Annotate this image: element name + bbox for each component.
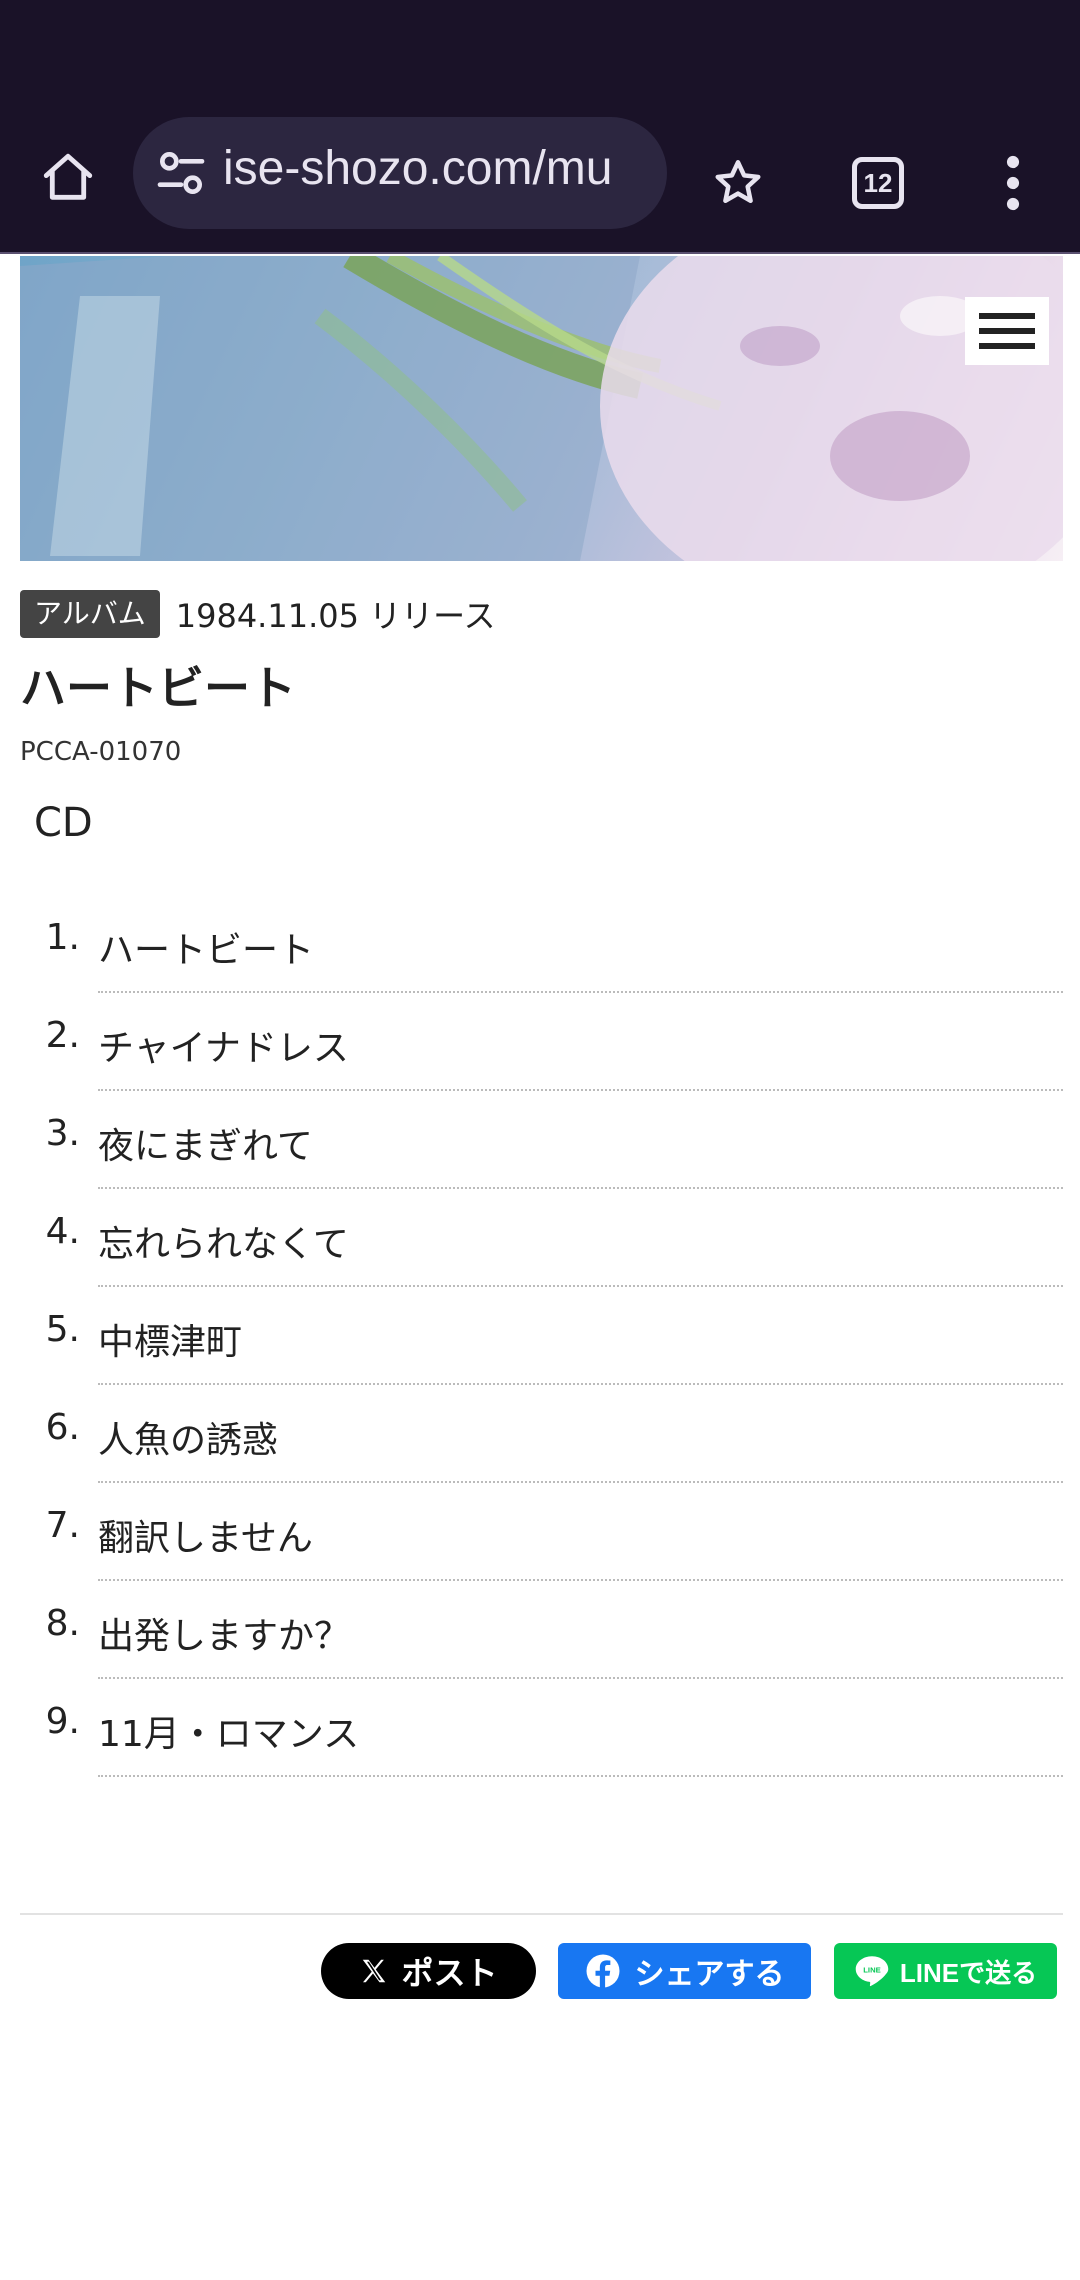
status-bar xyxy=(0,0,1080,110)
facebook-logo-icon xyxy=(586,1954,619,1989)
track-number: 5. xyxy=(45,1309,80,1350)
track-item: 4. 忘れられなくて xyxy=(0,1189,1080,1287)
x-post-button[interactable]: ポスト xyxy=(321,1943,536,1999)
media-type: CD xyxy=(34,800,93,846)
release-info: アルバム 1984.11.05 リリース xyxy=(20,590,496,638)
track-list: 1. ハートビート 2. チャイナドレス 3. 夜にまぎれて 4. 忘れられなくて 5.… xyxy=(0,895,1080,1777)
tab-switcher-button[interactable]: 12 xyxy=(840,145,916,221)
track-item: 8. 出発しますか？ xyxy=(0,1581,1080,1679)
track-item: 5. 中標津町 xyxy=(0,1287,1080,1385)
home-icon xyxy=(43,153,93,200)
release-date: 1984.11.05 リリース xyxy=(175,597,496,635)
url-text[interactable]: ise-shozo.com/mu xyxy=(223,141,612,196)
track-number: 3. xyxy=(45,1113,80,1154)
track-item: 3. 夜にまぎれて xyxy=(0,1091,1080,1189)
track-number: 7. xyxy=(45,1505,80,1546)
artwork-image xyxy=(20,256,1063,561)
browser-menu-button[interactable] xyxy=(975,145,1051,221)
track-title: 人魚の誘惑 xyxy=(98,1420,279,1461)
category-badge: アルバム xyxy=(20,590,160,638)
track-title: 翻訳しません xyxy=(98,1518,313,1559)
x-post-label: ポスト xyxy=(401,1955,498,1991)
track-title: 忘れられなくて xyxy=(98,1224,349,1265)
album-artwork-banner xyxy=(20,256,1063,561)
facebook-share-label: シェアする xyxy=(634,1958,785,1991)
track-number: 6. xyxy=(45,1407,80,1448)
track-item: 2. チャイナドレス xyxy=(0,993,1080,1091)
tabs-icon: 12 xyxy=(852,157,904,209)
track-item: 1. ハートビート xyxy=(0,895,1080,993)
home-button[interactable] xyxy=(30,140,106,216)
track-item: 6. 人魚の誘惑 xyxy=(0,1385,1080,1483)
track-title: チャイナドレス xyxy=(98,1028,349,1069)
album-title: ハートビート xyxy=(20,661,296,715)
track-number: 2. xyxy=(45,1015,80,1056)
star-icon xyxy=(715,160,761,204)
site-settings-icon[interactable] xyxy=(153,145,209,201)
facebook-share-button[interactable]: シェアする xyxy=(558,1943,811,1999)
x-logo-icon xyxy=(363,1959,386,1983)
track-title: 11月・ロマンス xyxy=(98,1714,360,1755)
track-title: ハートビート xyxy=(98,930,315,971)
track-item: 9. 11月・ロマンス xyxy=(0,1679,1080,1777)
track-title: 夜にまぎれて xyxy=(98,1126,313,1167)
track-title: 中標津町 xyxy=(98,1322,243,1363)
browser-toolbar: ise-shozo.com/mu 12 xyxy=(0,110,1080,254)
line-share-button[interactable]: LINE LINEで送る xyxy=(834,1943,1057,1999)
line-logo-icon: LINE xyxy=(855,1956,889,1987)
footer-divider xyxy=(20,1913,1063,1915)
track-title: 出発しますか？ xyxy=(98,1616,351,1657)
track-number: 4. xyxy=(45,1211,80,1252)
track-item: 7. 翻訳しません xyxy=(0,1483,1080,1581)
track-number: 1. xyxy=(45,917,80,958)
track-number: 8. xyxy=(45,1603,80,1644)
track-number: 9. xyxy=(45,1701,80,1742)
hamburger-menu-icon[interactable] xyxy=(965,297,1049,365)
address-bar[interactable]: ise-shozo.com/mu xyxy=(133,117,667,229)
svg-text:LINE: LINE xyxy=(863,1965,880,1974)
line-share-label: LINEで送る xyxy=(899,1957,1038,1988)
catalog-number: PCCA-01070 xyxy=(20,737,182,767)
more-vert-icon xyxy=(1006,155,1020,211)
bookmark-button[interactable] xyxy=(700,145,776,221)
